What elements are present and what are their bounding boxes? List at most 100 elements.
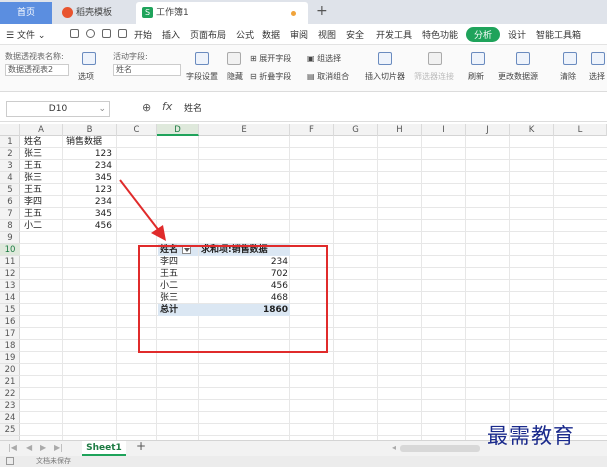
column-header[interactable]: H [378, 124, 422, 136]
last-sheet-icon[interactable]: ▶| [54, 443, 63, 452]
drill-button[interactable]: 隐藏 [227, 71, 243, 82]
table-row-name[interactable]: 王五 [24, 184, 62, 196]
menu-start[interactable]: 开始 [134, 28, 152, 41]
row-header[interactable]: 2 [0, 148, 20, 160]
table-row-sales[interactable]: 345 [66, 172, 112, 184]
column-header[interactable]: I [422, 124, 466, 136]
table-row-name[interactable]: 王五 [24, 208, 62, 220]
row-header[interactable]: 7 [0, 208, 20, 220]
menu-smart-toolbox[interactable]: 智能工具箱 [536, 28, 581, 41]
column-header[interactable]: B [63, 124, 117, 136]
menu-data[interactable]: 数据 [262, 28, 280, 41]
undo-icon[interactable] [118, 29, 127, 38]
tab-workbook[interactable]: S 工作簿1 [136, 2, 308, 24]
row-header[interactable]: 14 [0, 292, 20, 304]
row-header[interactable]: 3 [0, 160, 20, 172]
ungroup-button[interactable]: ▤ 取消组合 [307, 71, 349, 82]
save-icon[interactable] [70, 29, 79, 38]
add-sheet-button[interactable]: + [136, 439, 146, 453]
menu-formulas[interactable]: 公式 [236, 28, 254, 41]
row-header[interactable]: 22 [0, 388, 20, 400]
options-button[interactable]: 选项 [78, 71, 94, 82]
column-header[interactable]: F [290, 124, 334, 136]
menu-view[interactable]: 视图 [318, 28, 336, 41]
active-field-input[interactable]: 姓名 [113, 64, 181, 76]
menu-insert[interactable]: 插入 [162, 28, 180, 41]
clear-button[interactable]: 清除 [560, 71, 576, 82]
new-tab-button[interactable]: + [316, 3, 328, 19]
row-header[interactable]: 12 [0, 268, 20, 280]
row-header[interactable]: 5 [0, 184, 20, 196]
menu-security[interactable]: 安全 [346, 28, 364, 41]
name-box[interactable]: D10 ⌄ [6, 101, 110, 117]
menu-review[interactable]: 审阅 [290, 28, 308, 41]
column-header-active[interactable]: D [157, 124, 199, 136]
sheet-tab-sheet1[interactable]: Sheet1 [82, 441, 126, 456]
tab-home[interactable]: 首页 [0, 2, 52, 24]
row-header[interactable]: 20 [0, 364, 20, 376]
row-header[interactable]: 18 [0, 340, 20, 352]
row-header-active[interactable]: 10 [0, 244, 20, 256]
column-header[interactable]: J [466, 124, 510, 136]
change-source-button[interactable]: 更改数据源 [498, 71, 538, 82]
table-row-name[interactable]: 张三 [24, 148, 62, 160]
menu-features[interactable]: 特色功能 [422, 28, 458, 41]
menu-page-layout[interactable]: 页面布局 [190, 28, 226, 41]
row-header[interactable]: 25 [0, 424, 20, 436]
row-header[interactable]: 15 [0, 304, 20, 316]
column-header[interactable]: C [117, 124, 157, 136]
scroll-left-icon[interactable]: ◂ [392, 443, 396, 452]
select-button[interactable]: 选择 [589, 71, 605, 82]
formula-input[interactable]: 姓名 [184, 101, 594, 117]
file-menu[interactable]: ☰ 文件 ⌄ [6, 28, 45, 41]
table-row-sales[interactable]: 456 [66, 220, 112, 232]
fx-icon[interactable]: fx [162, 100, 172, 113]
tab-template[interactable]: 稻壳模板 [58, 2, 134, 24]
row-header[interactable]: 11 [0, 256, 20, 268]
insert-slicer-button[interactable]: 插入切片器 [365, 71, 405, 82]
filter-connections-button[interactable]: 筛选器连接 [414, 71, 454, 82]
print-icon[interactable] [86, 29, 95, 38]
row-header[interactable]: 1 [0, 136, 20, 148]
refresh-button[interactable]: 刷新 [468, 71, 484, 82]
row-header[interactable]: 6 [0, 196, 20, 208]
column-header[interactable]: L [554, 124, 607, 136]
expand-field-button[interactable]: ⊞ 展开字段 [250, 53, 291, 64]
column-header[interactable]: A [20, 124, 63, 136]
row-header[interactable]: 8 [0, 220, 20, 232]
table-row-name[interactable]: 李四 [24, 196, 62, 208]
cell-a1[interactable]: 姓名 [24, 136, 62, 148]
collapse-field-button[interactable]: ⊟ 折叠字段 [250, 71, 291, 82]
prev-sheet-icon[interactable]: ◀ [26, 443, 32, 452]
zoom-icon[interactable]: ⊕ [142, 101, 151, 114]
menu-analyze[interactable]: 分析 [466, 27, 501, 42]
table-row-sales[interactable]: 345 [66, 208, 112, 220]
first-sheet-icon[interactable]: |◀ [8, 443, 17, 452]
row-header[interactable]: 21 [0, 376, 20, 388]
column-header[interactable]: K [510, 124, 554, 136]
group-selection-button[interactable]: ▣ 组选择 [307, 53, 341, 64]
row-header[interactable]: 16 [0, 316, 20, 328]
row-header[interactable]: 17 [0, 328, 20, 340]
row-header[interactable]: 24 [0, 412, 20, 424]
table-row-sales[interactable]: 123 [66, 148, 112, 160]
row-header[interactable]: 4 [0, 172, 20, 184]
next-sheet-icon[interactable]: ▶ [40, 443, 46, 452]
menu-developer[interactable]: 开发工具 [376, 28, 412, 41]
pivot-name-input[interactable]: 数据透视表2 [5, 64, 69, 76]
row-header[interactable]: 13 [0, 280, 20, 292]
select-all-corner[interactable] [0, 124, 20, 136]
column-header[interactable]: G [334, 124, 378, 136]
horizontal-scrollbar[interactable] [400, 445, 480, 452]
column-header[interactable]: E [199, 124, 290, 136]
table-row-sales[interactable]: 123 [66, 184, 112, 196]
row-header[interactable]: 9 [0, 232, 20, 244]
preview-icon[interactable] [102, 29, 111, 38]
table-row-name[interactable]: 王五 [24, 160, 62, 172]
menu-design[interactable]: 设计 [508, 28, 526, 41]
table-row-sales[interactable]: 234 [66, 196, 112, 208]
field-settings-button[interactable]: 字段设置 [186, 71, 218, 82]
table-row-sales[interactable]: 234 [66, 160, 112, 172]
row-header[interactable]: 23 [0, 400, 20, 412]
table-row-name[interactable]: 小二 [24, 220, 62, 232]
